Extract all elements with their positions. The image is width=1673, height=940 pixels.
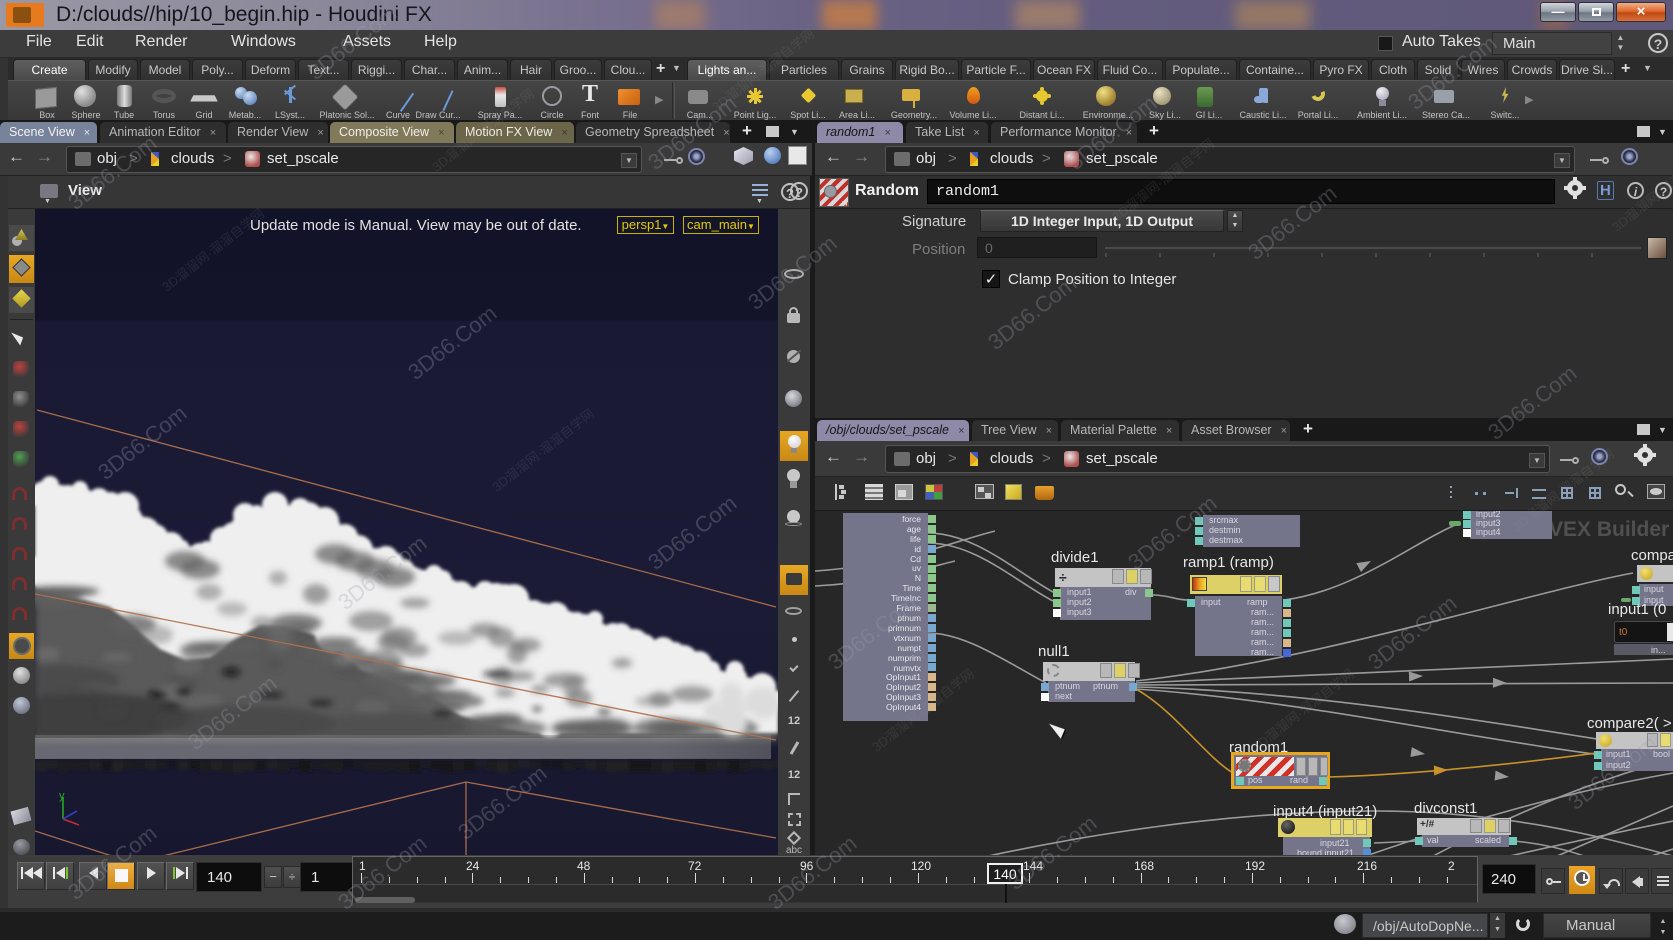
svg-text:y: y: [59, 790, 65, 802]
